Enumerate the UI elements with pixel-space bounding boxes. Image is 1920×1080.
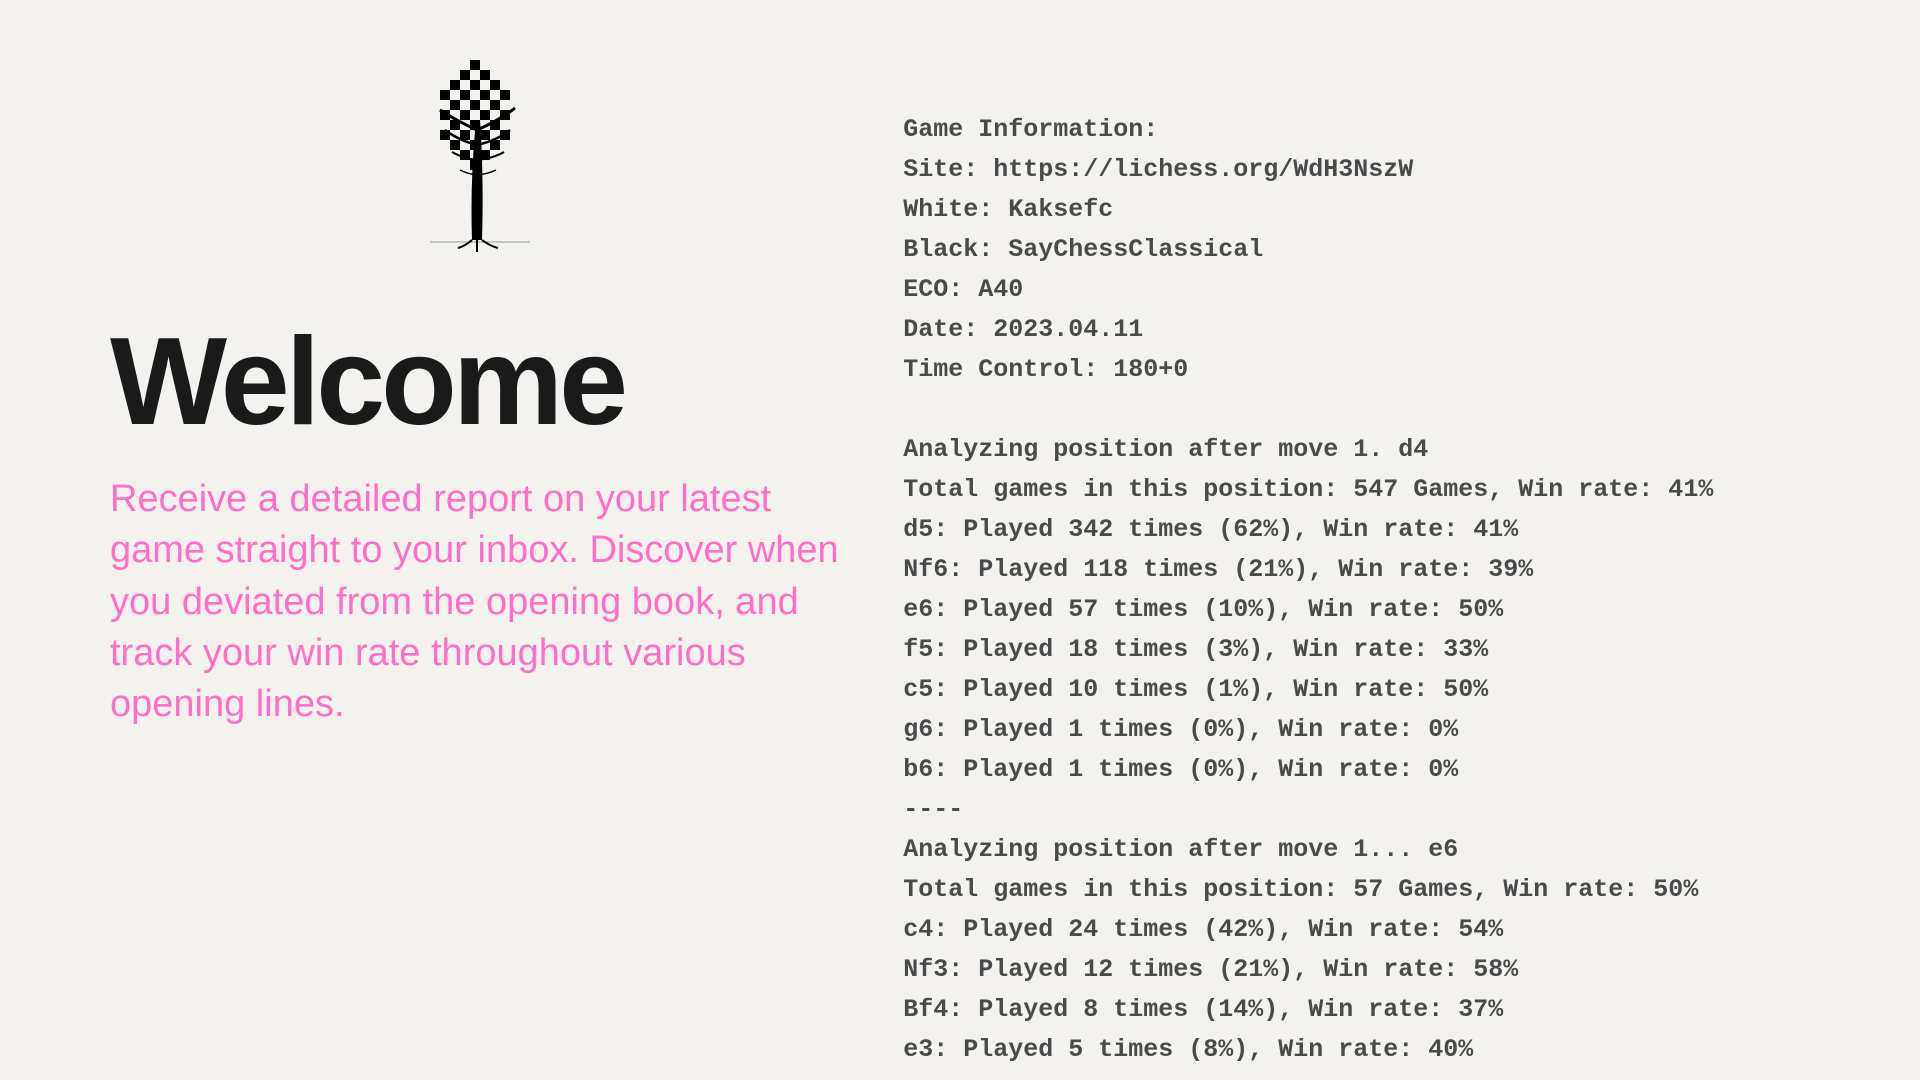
divider: ---- (903, 795, 963, 824)
pos1-total: Total games in this position: 547 Games,… (903, 475, 1713, 504)
site-value: https://lichess.org/WdH3NszW (993, 155, 1413, 184)
pos2-move-line: c4: Played 24 times (42%), Win rate: 54% (903, 915, 1503, 944)
pos1-move-line: d5: Played 342 times (62%), Win rate: 41… (903, 515, 1518, 544)
pos1-move-line: f5: Played 18 times (3%), Win rate: 33% (903, 635, 1488, 664)
game-report: Game Information: Site: https://lichess.… (903, 110, 1860, 1070)
tc-label: Time Control: (903, 355, 1098, 384)
pos1-move-line: g6: Played 1 times (0%), Win rate: 0% (903, 715, 1458, 744)
pos2-move-line: e3: Played 5 times (8%), Win rate: 40% (903, 1035, 1473, 1064)
chess-tree-logo-icon (410, 60, 550, 260)
right-panel: Game Information: Site: https://lichess.… (883, 0, 1920, 1080)
pos1-move-line: c5: Played 10 times (1%), Win rate: 50% (903, 675, 1488, 704)
black-label: Black: (903, 235, 993, 264)
pos1-move-line: Nf6: Played 118 times (21%), Win rate: 3… (903, 555, 1533, 584)
pos2-move-line: Bf4: Played 8 times (14%), Win rate: 37% (903, 995, 1503, 1024)
game-info-header: Game Information: (903, 115, 1158, 144)
pos1-analyzing: Analyzing position after move 1. d4 (903, 435, 1428, 464)
site-label: Site: (903, 155, 978, 184)
pos2-total: Total games in this position: 57 Games, … (903, 875, 1698, 904)
welcome-description: Receive a detailed report on your latest… (110, 474, 843, 730)
pos1-move-line: e6: Played 57 times (10%), Win rate: 50% (903, 595, 1503, 624)
date-label: Date: (903, 315, 978, 344)
eco-label: ECO: (903, 275, 963, 304)
white-label: White: (903, 195, 993, 224)
date-value: 2023.04.11 (993, 315, 1143, 344)
tc-value: 180+0 (1113, 355, 1188, 384)
left-panel: Welcome Receive a detailed report on you… (0, 0, 883, 1080)
pos2-move-line: Nf3: Played 12 times (21%), Win rate: 58… (903, 955, 1518, 984)
pos2-analyzing: Analyzing position after move 1... e6 (903, 835, 1458, 864)
white-value: Kaksefc (1008, 195, 1113, 224)
pos1-move-line: b6: Played 1 times (0%), Win rate: 0% (903, 755, 1458, 784)
welcome-title: Welcome (110, 320, 843, 444)
black-value: SayChessClassical (1008, 235, 1263, 264)
eco-value: A40 (978, 275, 1023, 304)
logo-wrap (410, 60, 843, 260)
